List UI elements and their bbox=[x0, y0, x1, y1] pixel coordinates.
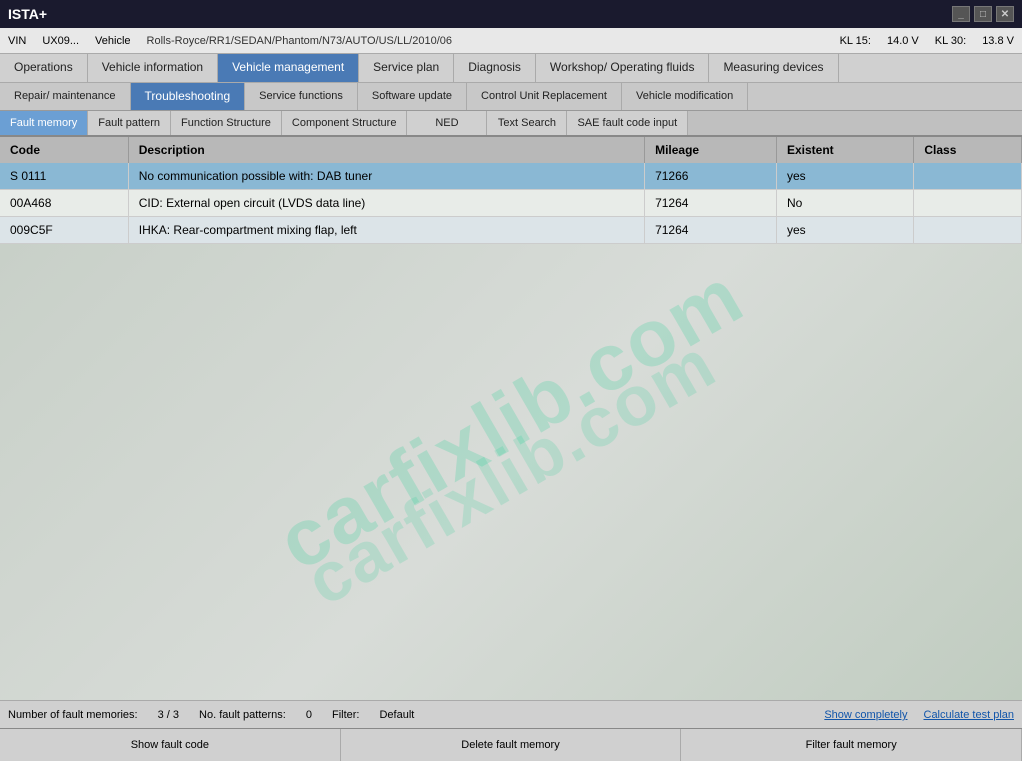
show-completely[interactable]: Show completely bbox=[824, 709, 907, 721]
cell-code: 00A468 bbox=[0, 190, 128, 217]
nav-tab-workshop[interactable]: Workshop/ Operating fluids bbox=[536, 54, 710, 82]
cell-description: IHKA: Rear-compartment mixing flap, left bbox=[128, 217, 644, 244]
nav-tab-sae-fault[interactable]: SAE fault code input bbox=[567, 111, 688, 135]
nav-tab-measuring[interactable]: Measuring devices bbox=[709, 54, 838, 82]
nav-tab-repair[interactable]: Repair/ maintenance bbox=[0, 83, 131, 111]
cell-class bbox=[914, 190, 1022, 217]
kl15-label: KL 15: bbox=[840, 35, 871, 47]
nav-row-3: Fault memoryFault patternFunction Struct… bbox=[0, 111, 1022, 137]
minimize-button[interactable]: _ bbox=[952, 6, 970, 22]
nav-tab-text-search[interactable]: Text Search bbox=[487, 111, 567, 135]
cell-mileage: 71266 bbox=[645, 163, 777, 190]
cell-existent: No bbox=[777, 190, 914, 217]
table-container: Code Description Mileage Existent Class … bbox=[0, 137, 1022, 244]
vin-value: UX09... bbox=[42, 35, 79, 47]
kl-info: KL 15: 14.0 V KL 30: 13.8 V bbox=[840, 35, 1014, 47]
table-row[interactable]: 00A468 CID: External open circuit (LVDS … bbox=[0, 190, 1022, 217]
nav-tab-service-plan[interactable]: Service plan bbox=[359, 54, 454, 82]
fault-memories-label: Number of fault memories: bbox=[8, 709, 138, 721]
nav-tab-function-structure[interactable]: Function Structure bbox=[171, 111, 282, 135]
nav-tab-control-unit[interactable]: Control Unit Replacement bbox=[467, 83, 622, 111]
window-controls[interactable]: _ □ ✕ bbox=[952, 6, 1014, 22]
watermark-text-2: carfixlib.com bbox=[293, 323, 729, 621]
kl30-value: 13.8 V bbox=[982, 35, 1014, 47]
col-class: Class bbox=[914, 137, 1022, 163]
col-code: Code bbox=[0, 137, 128, 163]
fault-table: Code Description Mileage Existent Class … bbox=[0, 137, 1022, 244]
maximize-button[interactable]: □ bbox=[974, 6, 992, 22]
filter-value: Default bbox=[379, 709, 414, 721]
table-header: Code Description Mileage Existent Class bbox=[0, 137, 1022, 163]
nav-tab-vehicle-info[interactable]: Vehicle information bbox=[88, 54, 218, 82]
cell-code: 009C5F bbox=[0, 217, 128, 244]
nav-tab-troubleshooting[interactable]: Troubleshooting bbox=[131, 83, 246, 111]
watermark-2: carfixlib.com bbox=[0, 244, 1022, 700]
fault-patterns-label: No. fault patterns: bbox=[199, 709, 286, 721]
cell-existent: yes bbox=[777, 217, 914, 244]
table-row[interactable]: 009C5F IHKA: Rear-compartment mixing fla… bbox=[0, 217, 1022, 244]
action-bar: Show fault codeDelete fault memoryFilter… bbox=[0, 728, 1022, 760]
cell-existent: yes bbox=[777, 163, 914, 190]
vehicle-value: Rolls-Royce/RR1/SEDAN/Phantom/N73/AUTO/U… bbox=[147, 35, 453, 47]
fault-patterns-value: 0 bbox=[306, 709, 312, 721]
cell-mileage: 71264 bbox=[645, 190, 777, 217]
main-content: carfixlib.com Code Description Mileage E… bbox=[0, 137, 1022, 700]
table-row[interactable]: S 0111 No communication possible with: D… bbox=[0, 163, 1022, 190]
cell-class bbox=[914, 217, 1022, 244]
col-existent: Existent bbox=[777, 137, 914, 163]
cell-mileage: 71264 bbox=[645, 217, 777, 244]
nav-tab-operations[interactable]: Operations bbox=[0, 54, 88, 82]
nav-row-2: Repair/ maintenanceTroubleshootingServic… bbox=[0, 83, 1022, 112]
col-description: Description bbox=[128, 137, 644, 163]
calculate-test[interactable]: Calculate test plan bbox=[924, 709, 1015, 721]
nav-tab-diagnosis[interactable]: Diagnosis bbox=[454, 54, 536, 82]
action-button[interactable]: Filter fault memory bbox=[681, 729, 1022, 761]
vin-label: VIN bbox=[8, 35, 26, 47]
col-mileage: Mileage bbox=[645, 137, 777, 163]
title-bar: ISTA+ _ □ ✕ bbox=[0, 0, 1022, 28]
status-bar: Number of fault memories: 3 / 3 No. faul… bbox=[0, 700, 1022, 728]
cell-description: No communication possible with: DAB tune… bbox=[128, 163, 644, 190]
fault-table-body: S 0111 No communication possible with: D… bbox=[0, 163, 1022, 244]
action-button[interactable]: Show fault code bbox=[0, 729, 341, 761]
info-bar: VIN UX09... Vehicle Rolls-Royce/RR1/SEDA… bbox=[0, 28, 1022, 54]
cell-class bbox=[914, 163, 1022, 190]
nav-tab-vehicle-mod[interactable]: Vehicle modification bbox=[622, 83, 748, 111]
action-button[interactable]: Delete fault memory bbox=[341, 729, 682, 761]
nav-tab-component-structure[interactable]: Component Structure bbox=[282, 111, 408, 135]
nav-tab-software-update[interactable]: Software update bbox=[358, 83, 467, 111]
vehicle-label: Vehicle bbox=[95, 35, 130, 47]
app-title: ISTA+ bbox=[8, 6, 47, 22]
cell-description: CID: External open circuit (LVDS data li… bbox=[128, 190, 644, 217]
kl30-label: KL 30: bbox=[935, 35, 966, 47]
nav-tab-vehicle-mgmt[interactable]: Vehicle management bbox=[218, 54, 359, 82]
status-right: Show completely Calculate test plan bbox=[824, 709, 1014, 721]
kl15-value: 14.0 V bbox=[887, 35, 919, 47]
content-area: carfixlib.com bbox=[0, 244, 1022, 700]
close-button[interactable]: ✕ bbox=[996, 6, 1014, 22]
nav-tab-fault-pattern[interactable]: Fault pattern bbox=[88, 111, 171, 135]
filter-label: Filter: bbox=[332, 709, 360, 721]
nav-tab-ned[interactable]: NED bbox=[407, 111, 487, 135]
fault-memories-value: 3 / 3 bbox=[158, 709, 179, 721]
nav-tab-service-functions[interactable]: Service functions bbox=[245, 83, 358, 111]
cell-code: S 0111 bbox=[0, 163, 128, 190]
nav-row-1: OperationsVehicle informationVehicle man… bbox=[0, 54, 1022, 83]
nav-tab-fault-memory[interactable]: Fault memory bbox=[0, 111, 88, 135]
